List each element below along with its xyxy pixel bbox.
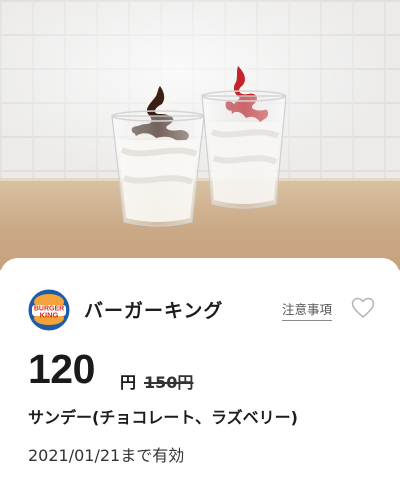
svg-text:KING: KING	[40, 311, 59, 320]
heart-icon[interactable]	[351, 297, 375, 319]
brand-name: バーガーキング	[84, 300, 224, 322]
notes-link[interactable]: 注意事項	[282, 299, 333, 321]
price-unit: 円	[120, 373, 137, 392]
product-name: サンデー(チョコレート、ラズベリー)	[28, 408, 298, 427]
hero-image	[0, 0, 400, 270]
raspberry-sundae	[196, 62, 292, 212]
burger-king-logo: BURGER KING	[28, 289, 70, 331]
expiry-date: 2021/01/21まで有効	[28, 446, 185, 465]
chocolate-sundae	[108, 84, 208, 230]
original-price: 150円	[144, 373, 194, 392]
coupon-price: 120	[28, 346, 95, 392]
